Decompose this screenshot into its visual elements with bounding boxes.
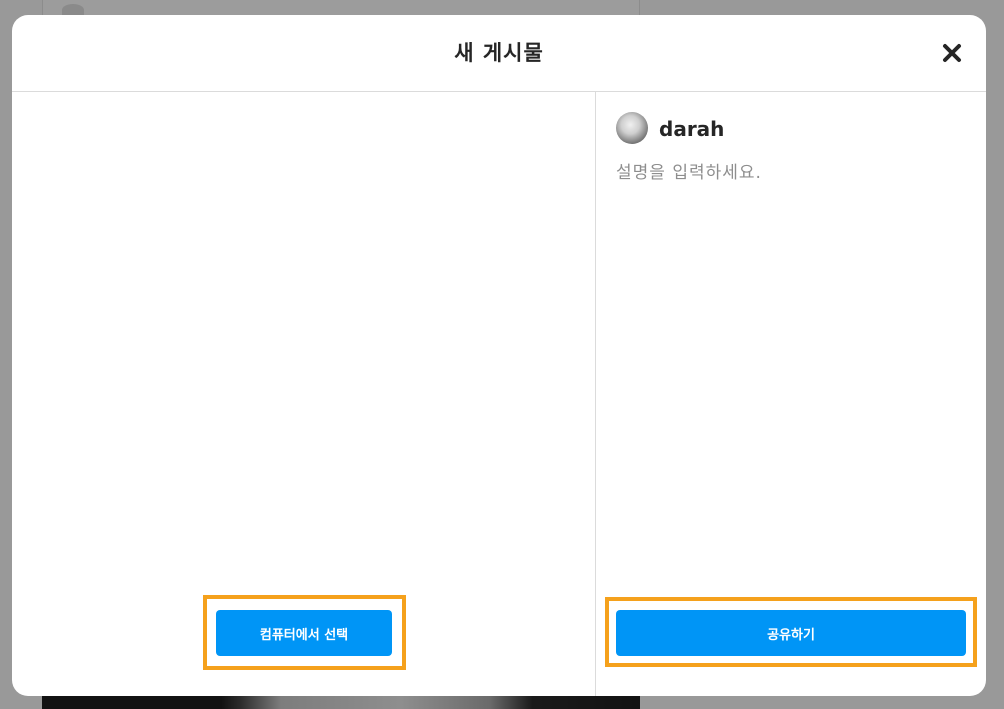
caption-input[interactable] xyxy=(616,158,966,578)
modal-title: 새 게시물 xyxy=(454,41,544,65)
avatar xyxy=(616,112,648,144)
caption-pane: darah 공유하기 xyxy=(596,92,986,696)
media-pane: 컴퓨터에서 선택 xyxy=(12,92,596,696)
new-post-modal: 새 게시물 컴퓨터에서 선택 darah 공유하기 xyxy=(12,15,986,696)
modal-header: 새 게시물 xyxy=(12,15,986,92)
share-button[interactable]: 공유하기 xyxy=(616,610,966,656)
close-icon xyxy=(943,44,961,62)
select-from-computer-button[interactable]: 컴퓨터에서 선택 xyxy=(216,610,392,656)
username: darah xyxy=(659,117,725,141)
close-button[interactable] xyxy=(936,37,968,69)
